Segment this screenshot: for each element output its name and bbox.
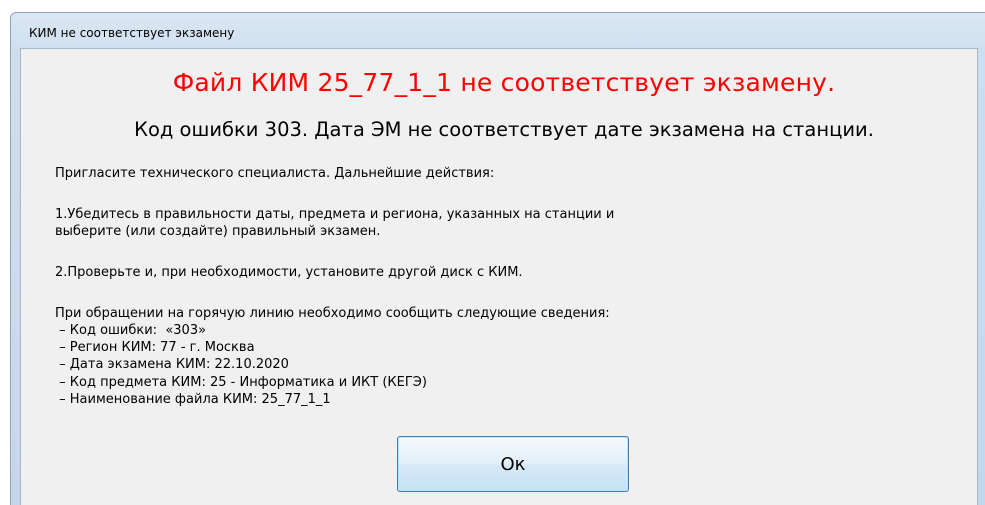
step2-text: 2.Проверьте и, при необходимости, устано…: [55, 265, 523, 280]
step1-line2: выберите (или создайте) правильный экзам…: [55, 224, 381, 239]
error-code-line: Код ошибки 303. Дата ЭМ не соответствует…: [134, 118, 874, 141]
detail-error-code: – Код ошибки: «303»: [55, 323, 207, 338]
step1-line1: 1.Убедитесь в правильности даты, предмет…: [55, 207, 615, 222]
ok-button[interactable]: Ок: [397, 436, 629, 492]
window-title: КИМ не соответствует экзамену: [29, 26, 235, 40]
intro-text: Пригласите технического специалиста. Дал…: [55, 166, 495, 181]
detail-exam-date: – Дата экзамена КИМ: 22.10.2020: [55, 357, 289, 373]
detail-file-name: – Наименование файла КИМ: 25_77_1_1: [55, 391, 331, 407]
title-bar[interactable]: КИМ не соответствует экзамену: [11, 13, 985, 45]
detail-region: – Регион КИМ: 77 - г. Москва: [55, 340, 255, 356]
error-headline: Файл КИМ 25_77_1_1 не соответствует экза…: [172, 68, 836, 97]
details-list: – Код ошибки: «303» – Регион КИМ: 77 - г…: [55, 322, 427, 408]
screen: КИМ не соответствует экзамену Файл КИМ 2…: [0, 0, 985, 505]
hotline-intro: При обращении на горячую линию необходим…: [55, 306, 610, 321]
detail-subject-code: – Код предмета КИМ: 25 - Информатика и И…: [55, 374, 427, 390]
dialog-window: КИМ не соответствует экзамену Файл КИМ 2…: [10, 12, 985, 505]
